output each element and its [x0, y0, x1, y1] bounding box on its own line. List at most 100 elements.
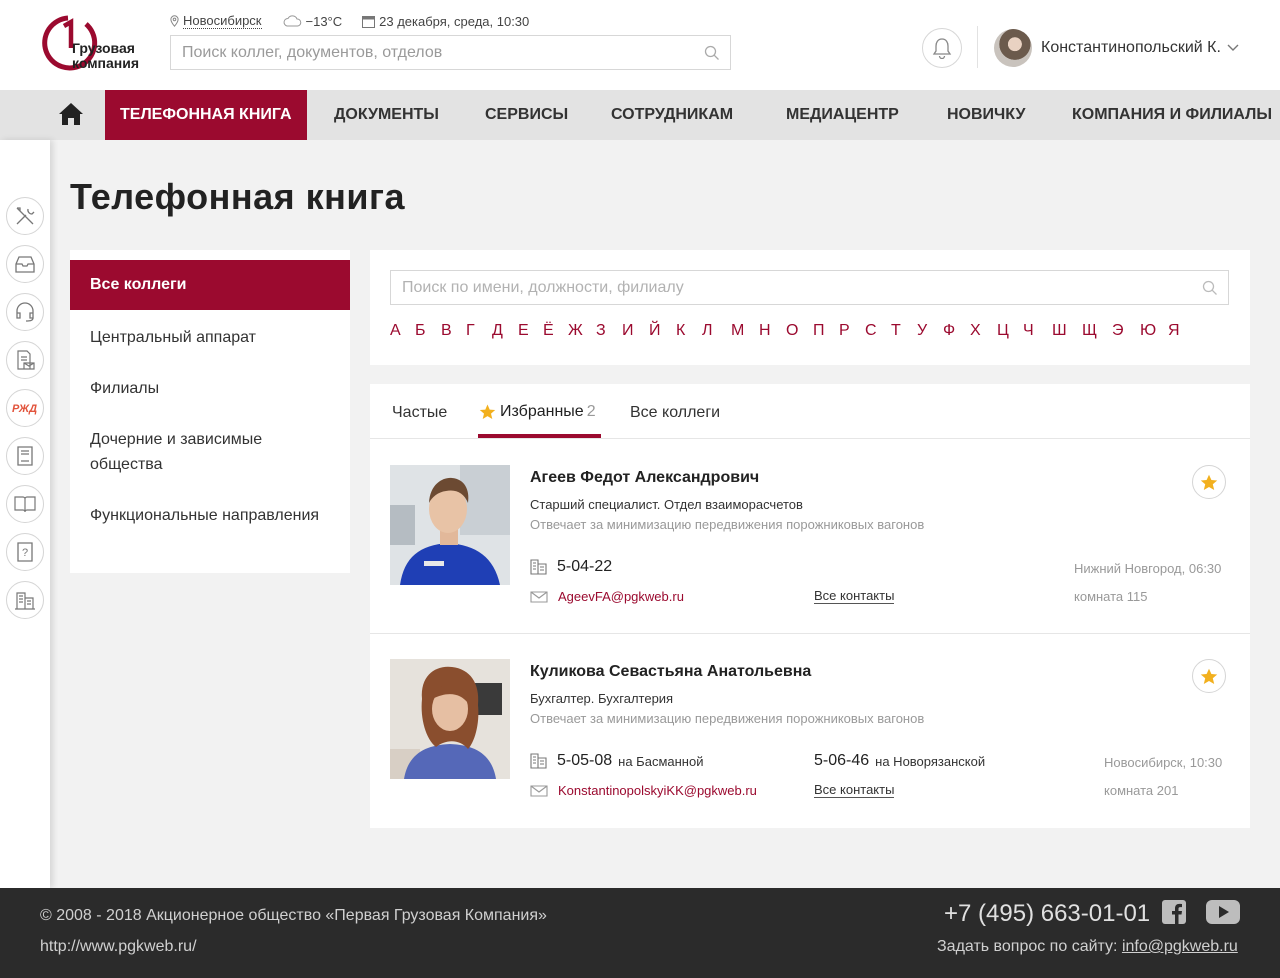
city-name[interactable]: Новосибирск	[183, 13, 262, 29]
favorite-toggle[interactable]	[1192, 659, 1226, 693]
person-email-address[interactable]: KonstantinopolskyiKK@pgkweb.ru	[558, 783, 757, 798]
tab-frequent[interactable]: Частые	[392, 404, 447, 422]
letter-link[interactable]: Н	[759, 322, 786, 342]
person-email[interactable]: KonstantinopolskyiKK@pgkweb.ru	[530, 783, 757, 798]
letter-link[interactable]: Т	[891, 322, 917, 342]
nav-item-newcomer[interactable]: НОВИЧКУ	[947, 90, 1025, 140]
rail-support-button[interactable]	[6, 293, 44, 331]
letter-link[interactable]: Ж	[568, 322, 596, 342]
letter-link[interactable]: Р	[839, 322, 865, 342]
chevron-down-icon[interactable]	[1227, 44, 1239, 52]
person-phone[interactable]: 5-04-22	[530, 558, 612, 576]
global-search[interactable]	[170, 35, 731, 70]
letter-link[interactable]: Й	[649, 322, 676, 342]
svg-text:?: ?	[22, 547, 28, 559]
letter-link[interactable]: У	[917, 322, 943, 342]
open-book-icon	[14, 496, 36, 513]
colleague-search[interactable]	[390, 270, 1229, 305]
person-card: Агеев Федот Александрович Старший специа…	[370, 465, 1250, 615]
letter-link[interactable]: Д	[492, 322, 518, 342]
colleague-list-panel: Частые Избранные 2 Все коллеги Агеев Фед…	[370, 384, 1250, 828]
letter-link[interactable]: Ш	[1052, 322, 1082, 342]
person-photo[interactable]	[390, 659, 510, 779]
favorite-toggle[interactable]	[1192, 465, 1226, 499]
person-position: Старший специалист. Отдел взаиморасчетов	[530, 497, 803, 512]
letter-link[interactable]: Ф	[943, 322, 970, 342]
quick-access-rail: РЖД ?	[0, 140, 50, 888]
headset-icon	[16, 302, 34, 322]
youtube-icon[interactable]	[1206, 900, 1240, 924]
letter-link[interactable]: П	[813, 322, 839, 342]
rail-inbox-button[interactable]	[6, 245, 44, 283]
sidebar-item-functional-areas[interactable]: Функциональные направления	[70, 503, 350, 528]
person-name[interactable]: Агеев Федот Александрович	[530, 469, 759, 487]
letter-link[interactable]: Ё	[543, 322, 568, 342]
rail-book-button[interactable]	[6, 485, 44, 523]
person-email-address[interactable]: AgeevFA@pgkweb.ru	[558, 589, 684, 604]
alphabet-filter: А Б В Г Д Е Ё Ж З И Й К Л М Н О П Р С Т …	[390, 322, 1182, 342]
nav-item-documents[interactable]: ДОКУМЕНТЫ	[334, 90, 439, 140]
letter-link[interactable]: И	[622, 322, 649, 342]
global-search-input[interactable]	[171, 36, 730, 69]
user-name[interactable]: Константинопольский К.	[1041, 39, 1221, 57]
search-icon[interactable]	[704, 45, 720, 61]
tab-favorites[interactable]: Избранные 2	[479, 403, 596, 421]
buildings-icon	[15, 592, 35, 610]
letter-link[interactable]: Ц	[997, 322, 1023, 342]
nav-item-phonebook[interactable]: ТЕЛЕФОННАЯ КНИГА	[105, 90, 307, 140]
nav-item-employees[interactable]: СОТРУДНИКАМ	[611, 90, 733, 140]
letter-link[interactable]: К	[676, 322, 702, 342]
letter-link[interactable]: Щ	[1082, 322, 1112, 342]
notifications-button[interactable]	[922, 28, 962, 68]
letter-link[interactable]: Ч	[1023, 322, 1052, 342]
letter-link[interactable]: Э	[1112, 322, 1140, 342]
user-menu[interactable]: Константинопольский К.	[994, 28, 1239, 68]
colleague-search-input[interactable]	[391, 271, 1228, 304]
letter-link[interactable]: Л	[702, 322, 731, 342]
rail-buildings-button[interactable]	[6, 581, 44, 619]
rail-rzd-button[interactable]: РЖД	[6, 389, 44, 427]
facebook-icon[interactable]	[1162, 900, 1186, 924]
letter-link[interactable]: В	[441, 322, 466, 342]
search-icon[interactable]	[1202, 280, 1218, 296]
company-logo[interactable]: Грузовая компания	[40, 14, 144, 72]
all-contacts-link[interactable]: Все контакты	[814, 589, 895, 604]
svg-text:РЖД: РЖД	[12, 403, 37, 415]
all-contacts-link[interactable]: Все контакты	[814, 783, 895, 798]
tab-all-colleagues[interactable]: Все коллеги	[630, 404, 720, 422]
letter-link[interactable]: Г	[466, 322, 492, 342]
sidebar-item-branches[interactable]: Филиалы	[70, 376, 350, 401]
rail-notebook-button[interactable]	[6, 437, 44, 475]
person-phone[interactable]: 5-05-08 на Басманной	[530, 752, 703, 770]
letter-link[interactable]: О	[786, 322, 813, 342]
letter-link[interactable]: С	[865, 322, 891, 342]
home-icon[interactable]	[58, 102, 84, 126]
rail-document-mail-button[interactable]	[6, 341, 44, 379]
letter-link[interactable]: Ю	[1140, 322, 1168, 342]
letter-link[interactable]: Е	[518, 322, 543, 342]
nav-item-mediacenter[interactable]: МЕДИАЦЕНТР	[786, 90, 899, 140]
avatar[interactable]	[994, 29, 1032, 67]
nav-item-services[interactable]: СЕРВИСЫ	[485, 90, 568, 140]
sidebar-item-central-office[interactable]: Центральный аппарат	[70, 325, 350, 350]
letter-link[interactable]: Я	[1168, 322, 1182, 342]
rail-tools-button[interactable]	[6, 197, 44, 235]
location-pin-icon	[170, 15, 179, 27]
person-photo[interactable]	[390, 465, 510, 585]
city-selector[interactable]: Новосибирск	[170, 13, 262, 29]
letter-link[interactable]: Б	[415, 322, 441, 342]
person-email[interactable]: AgeevFA@pgkweb.ru	[530, 589, 684, 604]
letter-link[interactable]: З	[596, 322, 622, 342]
nav-item-company[interactable]: КОМПАНИЯ И ФИЛИАЛЫ	[1072, 90, 1272, 140]
letter-link[interactable]: М	[731, 322, 759, 342]
footer-phone[interactable]: +7 (495) 663-01-01	[944, 900, 1150, 928]
footer-site-link[interactable]: http://www.pgkweb.ru/	[40, 938, 197, 956]
footer-ask-email[interactable]: info@pgkweb.ru	[1122, 938, 1238, 955]
person-phone-secondary[interactable]: 5-06-46 на Новорязанской	[814, 752, 985, 770]
person-name[interactable]: Куликова Севастьяна Анатольевна	[530, 663, 811, 681]
rail-help-button[interactable]: ?	[6, 533, 44, 571]
letter-link[interactable]: А	[390, 322, 415, 342]
sidebar-item-all-colleagues[interactable]: Все коллеги	[70, 260, 350, 310]
sidebar-item-subsidiaries[interactable]: Дочерние и зависимые общества	[70, 427, 350, 477]
letter-link[interactable]: Х	[970, 322, 997, 342]
